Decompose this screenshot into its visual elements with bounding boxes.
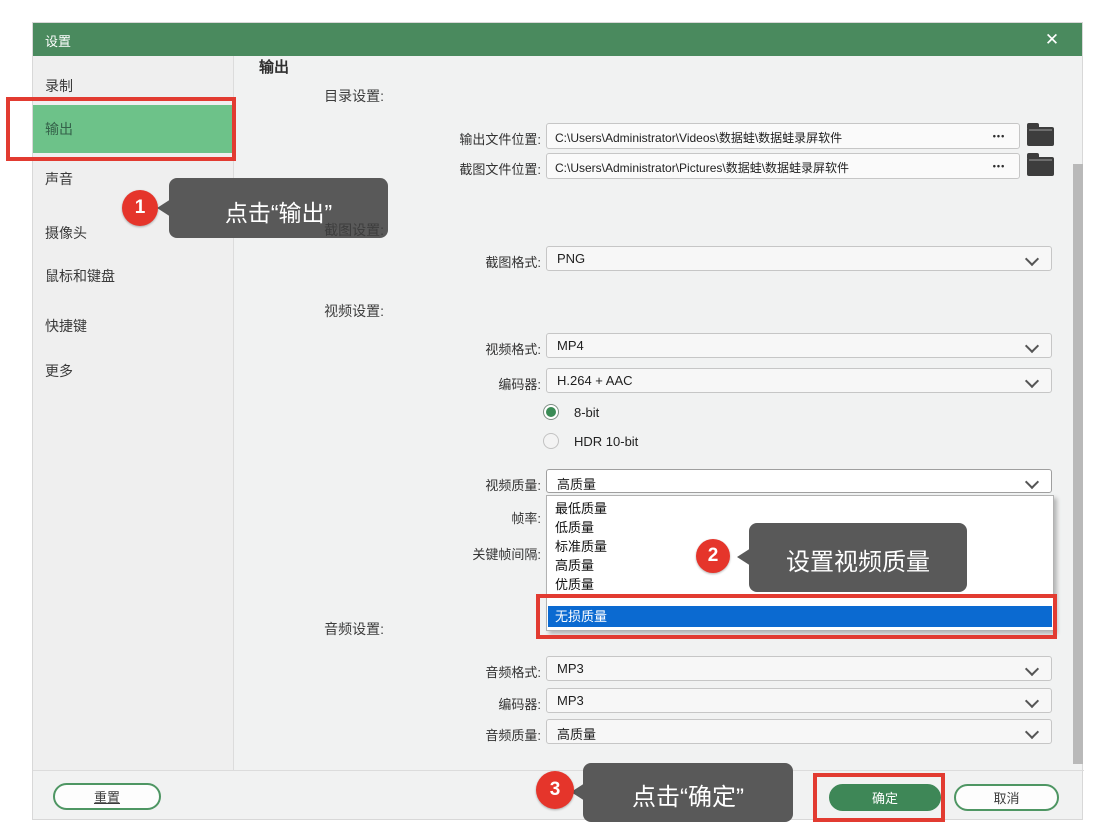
audio-format-label: 音频格式:	[281, 662, 541, 681]
chevron-down-icon	[1025, 662, 1039, 676]
audio-quality-select[interactable]: 高质量	[546, 719, 1052, 744]
chevron-down-icon	[1025, 252, 1039, 266]
reset-button[interactable]: 重置	[53, 783, 161, 810]
dropdown-option-standard[interactable]: 标准质量	[555, 537, 607, 556]
sidebar-item-sound[interactable]: 声音	[45, 169, 73, 189]
sidebar-divider	[233, 56, 234, 770]
encoder-label: 编码器:	[281, 374, 541, 393]
chevron-down-icon	[1025, 374, 1039, 388]
audio-encoder-label: 编码器:	[281, 694, 541, 713]
open-screenshot-folder-icon[interactable]	[1027, 157, 1054, 176]
screenshot-format-value: PNG	[557, 251, 585, 266]
section-video-settings: 视频设置:	[114, 301, 384, 321]
section-audio-settings: 音频设置:	[114, 619, 384, 639]
output-path-field[interactable]: C:\Users\Administrator\Videos\数据蛙\数据蛙录屏软…	[546, 123, 1020, 149]
audio-format-value: MP3	[557, 661, 584, 676]
radio-hdr-10bit-label: HDR 10-bit	[574, 434, 638, 449]
screenshot-path-field[interactable]: C:\Users\Administrator\Pictures\数据蛙\数据蛙录…	[546, 153, 1020, 179]
output-path-label: 输出文件位置:	[281, 129, 541, 148]
radio-hdr-10bit[interactable]	[543, 433, 559, 449]
step2-tooltip: 设置视频质量	[749, 523, 967, 592]
step1-highlight-rect	[6, 97, 236, 161]
screenshot-format-label: 截图格式:	[281, 252, 541, 271]
open-output-folder-icon[interactable]	[1027, 127, 1054, 146]
radio-8bit-label: 8-bit	[574, 405, 599, 420]
video-quality-value: 高质量	[557, 474, 596, 493]
chevron-down-icon	[1025, 694, 1039, 708]
video-quality-label: 视频质量:	[281, 475, 541, 494]
dropdown-option-high[interactable]: 高质量	[555, 556, 594, 575]
step2-tooltip-label: 设置视频质量	[749, 542, 967, 577]
audio-quality-value: 高质量	[557, 724, 596, 743]
step3-number-badge: 3	[536, 771, 574, 809]
encoder-value: H.264 + AAC	[557, 373, 633, 388]
vertical-scrollbar[interactable]	[1073, 164, 1083, 764]
dropdown-option-lowest[interactable]: 最低质量	[555, 499, 607, 518]
browse-screenshot-button[interactable]: •••	[985, 158, 1013, 174]
step3-tooltip: 点击“确定”	[583, 763, 793, 822]
step2-highlight-rect	[536, 594, 1057, 639]
section-screenshot-settings: 截图设置:	[114, 220, 384, 240]
video-format-select[interactable]: MP4	[546, 333, 1052, 358]
sidebar-item-record[interactable]: 录制	[45, 76, 73, 96]
audio-encoder-value: MP3	[557, 693, 584, 708]
chevron-down-icon	[1025, 475, 1039, 489]
video-quality-select[interactable]: 高质量	[546, 469, 1052, 493]
page-title: 输出	[259, 56, 289, 77]
audio-quality-label: 音频质量:	[281, 725, 541, 744]
titlebar: 设置 ✕	[33, 23, 1082, 56]
dropdown-option-premium[interactable]: 优质量	[555, 575, 594, 594]
chevron-down-icon	[1025, 339, 1039, 353]
audio-format-select[interactable]: MP3	[546, 656, 1052, 681]
step3-tooltip-label: 点击“确定”	[583, 777, 793, 812]
sidebar-item-hotkeys[interactable]: 快捷键	[45, 316, 87, 336]
screenshot-path-label: 截图文件位置:	[281, 159, 541, 178]
output-path-value: C:\Users\Administrator\Videos\数据蛙\数据蛙录屏软…	[555, 129, 979, 146]
step3-highlight-rect	[813, 773, 945, 822]
sidebar	[33, 56, 233, 770]
audio-encoder-select[interactable]: MP3	[546, 688, 1052, 713]
sidebar-item-camera[interactable]: 摄像头	[45, 223, 87, 243]
sidebar-item-mouse-keyboard[interactable]: 鼠标和键盘	[45, 266, 115, 286]
keyframe-interval-label: 关键帧间隔:	[281, 544, 541, 563]
encoder-select[interactable]: H.264 + AAC	[546, 368, 1052, 393]
video-format-label: 视频格式:	[281, 339, 541, 358]
frame-rate-label: 帧率:	[281, 508, 541, 527]
radio-8bit[interactable]	[543, 404, 559, 420]
video-format-value: MP4	[557, 338, 584, 353]
screenshot-path-value: C:\Users\Administrator\Pictures\数据蛙\数据蛙录…	[555, 159, 979, 176]
browse-output-button[interactable]: •••	[985, 128, 1013, 144]
sidebar-item-more[interactable]: 更多	[45, 361, 73, 381]
close-icon[interactable]: ✕	[1040, 28, 1064, 52]
cancel-button[interactable]: 取消	[954, 784, 1059, 811]
chevron-down-icon	[1025, 725, 1039, 739]
step2-number-badge: 2	[696, 539, 730, 573]
window-title: 设置	[45, 31, 71, 50]
dropdown-option-low[interactable]: 低质量	[555, 518, 594, 537]
screenshot-format-select[interactable]: PNG	[546, 246, 1052, 271]
